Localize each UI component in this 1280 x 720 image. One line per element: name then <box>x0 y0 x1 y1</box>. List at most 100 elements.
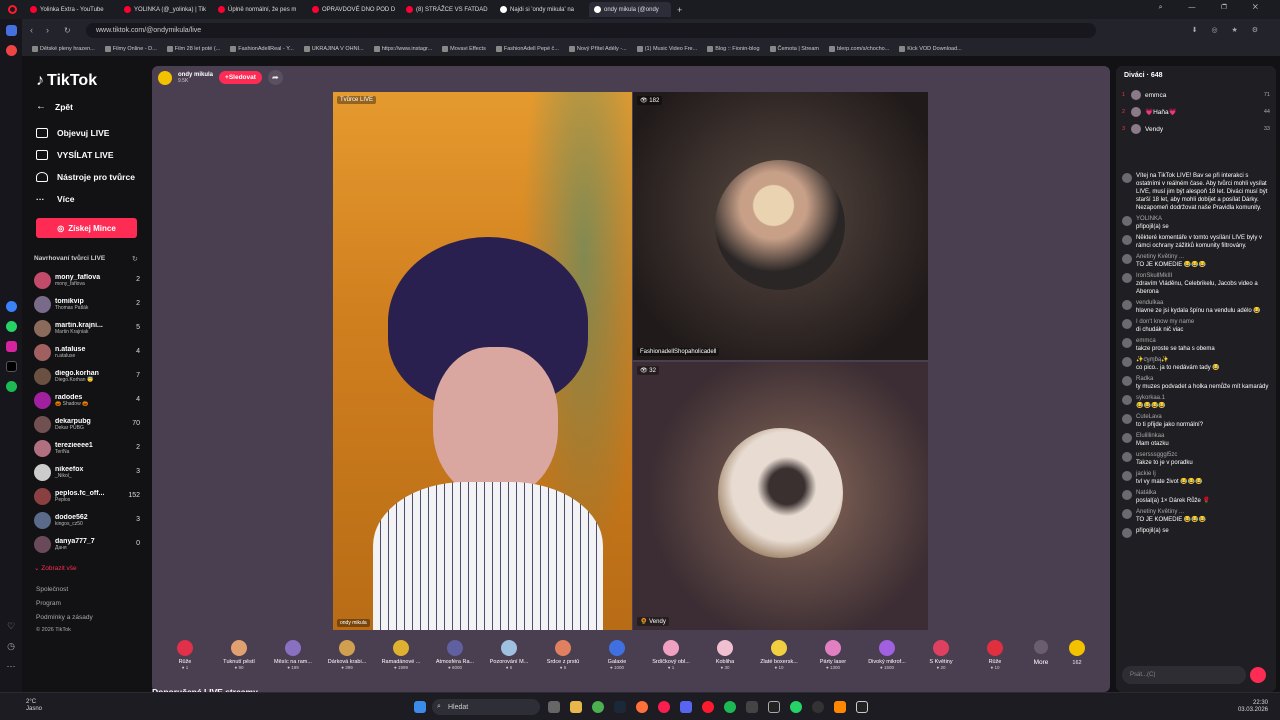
gift-item[interactable]: Pozorování M... ● 5 <box>482 634 536 670</box>
more-gifts-button[interactable]: More <box>1022 634 1060 666</box>
creator-item[interactable]: nikeefox _Nikol_ 3 <box>34 460 144 484</box>
chat-message[interactable]: Elulillinkaa Mam otazku <box>1122 432 1270 448</box>
instagram-icon[interactable] <box>5 341 17 352</box>
window-controls[interactable]: ⌕ — ❐ ✕ <box>1159 4 1270 12</box>
opera-gx-icon[interactable] <box>658 701 670 713</box>
nav-explore-live[interactable]: Objevuj LIVE <box>36 128 109 138</box>
home-icon[interactable] <box>5 25 17 36</box>
follow-button[interactable]: +Sledovat <box>219 71 262 84</box>
chat-message[interactable]: připojil(a) se <box>1122 527 1270 538</box>
chat-message[interactable]: Vítej na TikTok LIVE! Bav se při interak… <box>1122 172 1270 212</box>
task-view-icon[interactable] <box>548 701 560 713</box>
app-icon[interactable] <box>746 701 758 713</box>
gift-item[interactable]: Srdíčkový obl... ● 1 <box>644 634 698 670</box>
creator-item[interactable]: diego.korhan Diego.Korhan 😇 7 <box>34 364 144 388</box>
guest-video-2[interactable]: 👁 32 🌻 Vendy <box>633 362 928 630</box>
gift-item[interactable]: Růže ● 1 <box>158 634 212 670</box>
file-explorer-icon[interactable] <box>570 701 582 713</box>
footer-program[interactable]: Program <box>36 600 61 607</box>
creator-item[interactable]: dekarpubg Dekar PUBG 70 <box>34 412 144 436</box>
bookmark-item[interactable]: blerp.com/s/chocho... <box>829 45 889 52</box>
heart-icon[interactable]: ♡ <box>6 621 17 632</box>
chat-message[interactable]: ✨ƈყɱɓą✨ co pico.. ja to nedávám tady 😂 <box>1122 356 1270 372</box>
chat-message[interactable]: IronSkullMkIII zdravím Vláděnu, Celebrike… <box>1122 272 1270 296</box>
weather-widget[interactable]: 2°C Jasno <box>26 699 42 713</box>
nav-more[interactable]: ··· Více <box>36 194 75 204</box>
chat-message[interactable]: Natálka poslal(a) 1× Dárek Růže 🌹 <box>1122 489 1270 505</box>
creator-item[interactable]: terezieeee1 TeriNa 2 <box>34 436 144 460</box>
viewers-title[interactable]: Diváci · 648 <box>1124 72 1163 79</box>
bookmark-item[interactable]: Nový Přítel Adély -... <box>568 45 627 52</box>
gift-item[interactable]: Párty laser ● 1300 <box>806 634 860 670</box>
gift-item[interactable]: Atmosféra Ra... ● 6000 <box>428 634 482 670</box>
gift-item[interactable]: Divoký mikrof... ● 1500 <box>860 634 914 670</box>
top-viewer-row[interactable]: 1 emmca 71 <box>1122 88 1270 102</box>
back-button[interactable]: ← Zpět <box>36 101 73 112</box>
chat-message[interactable]: CuteLava to ti přijde jako normální? <box>1122 413 1270 429</box>
more-icon[interactable]: ⋯ <box>6 661 17 672</box>
forward-icon[interactable]: › <box>46 25 49 35</box>
start-icon[interactable] <box>414 701 426 713</box>
share-icon[interactable]: ➦ <box>267 70 283 85</box>
bookmark-item[interactable]: FashionAdellReal - Y... <box>230 45 294 52</box>
gift-item[interactable]: Ťuknutí pěstí ● 90 <box>212 634 266 670</box>
spotify-icon[interactable] <box>5 381 17 392</box>
steam-icon[interactable] <box>614 701 626 713</box>
chat-message[interactable]: I don't know my name di chudák nič viac <box>1122 318 1270 334</box>
bookmark-item[interactable]: Čemota | Stream <box>769 45 819 52</box>
refresh-icon[interactable]: ↻ <box>132 255 138 263</box>
creator-item[interactable]: mony_faflova mony_faflova 2 <box>34 268 144 292</box>
chat-message[interactable]: sykorkaa.1 😂😂😂😂 <box>1122 394 1270 410</box>
like-heart-button[interactable] <box>1250 667 1266 683</box>
capcut-icon[interactable] <box>768 701 780 713</box>
get-coins-button[interactable]: ◎ Získej Mince <box>36 218 137 238</box>
editor-icon[interactable] <box>856 701 868 713</box>
extensions-icon[interactable]: ⬇ ◎ ★ ⚙ <box>1192 26 1264 34</box>
top-viewer-row[interactable]: 2 💗Haňa💗 44 <box>1122 105 1270 119</box>
browser-tab[interactable]: Úplně normální, že pes m <box>213 2 305 17</box>
bookmark-item[interactable]: Film 28 let poté (... <box>166 45 220 52</box>
chat-message[interactable]: YOLINKA připojil(a) se <box>1122 215 1270 231</box>
aria-icon[interactable] <box>5 45 17 56</box>
chat-message[interactable]: jackie lj tvl vy mate život 😂😂😂 <box>1122 470 1270 486</box>
creator-item[interactable]: radodes 🎃 Shadow 🎃 4 <box>34 388 144 412</box>
whatsapp-taskbar-icon[interactable] <box>790 701 802 713</box>
browser-tab[interactable]: ondy mikula (@ondy <box>589 2 671 17</box>
back-icon[interactable]: ‹ <box>30 25 33 35</box>
whatsapp-icon[interactable] <box>5 321 17 332</box>
chat-message[interactable]: vendulkaa hlavne ze jsi kydala špínu na v… <box>1122 299 1270 315</box>
creator-item[interactable]: danya777_7 Даня 0 <box>34 532 144 556</box>
gift-item[interactable]: Měsíc na ram... ● 199 <box>266 634 320 670</box>
browser-tab[interactable]: OPRAVDOVÉ DNO POD D <box>307 2 399 17</box>
bookmark-item[interactable]: (1) Music Video Fre... <box>636 45 697 52</box>
gift-item[interactable]: Růže ● 10 <box>968 634 1022 670</box>
bookmark-item[interactable]: Blog :: Fionin-blog <box>707 45 760 52</box>
chat-message[interactable]: Anetiny Květiny ... TO JE KOMEDIE 😂😂😂 <box>1122 253 1270 269</box>
bookmark-item[interactable]: Dětské pleny hrazen... <box>32 45 95 52</box>
host-video[interactable]: Tvůrce LIVE ondy mikula <box>333 92 632 630</box>
gift-item[interactable]: Zlaté boxersk... ● 10 <box>752 634 806 670</box>
bookmark-item[interactable]: Movavi Effects <box>442 45 486 52</box>
browser-tab[interactable]: (8) STRÁŽCE VS FATDAD <box>401 2 493 17</box>
gift-item[interactable]: Srdce z prstů ● 5 <box>536 634 590 670</box>
chat-message[interactable]: Radka ty muzes podvadet a holka nemůže mí… <box>1122 375 1270 391</box>
host-name[interactable]: ondy mikula <box>178 72 213 78</box>
bookmark-item[interactable]: FashionAdell Pepé č... <box>495 45 559 52</box>
guest-video-1[interactable]: 👁 182 FashionadellShopaholicadell <box>633 92 928 360</box>
new-tab-button[interactable]: + <box>677 5 682 15</box>
gift-item[interactable]: S Květiny ● 20 <box>914 634 968 670</box>
browser-tab[interactable]: Najdi si 'ondy mikula' na <box>495 2 587 17</box>
creator-item[interactable]: martin.krajni... Martin Krajniak 5 <box>34 316 144 340</box>
nav-go-live[interactable]: VYSÍLAT LIVE <box>36 150 114 160</box>
messenger-icon[interactable] <box>5 301 17 312</box>
chat-message[interactable]: emmca takze proste se taha s obema <box>1122 337 1270 353</box>
bookmark-item[interactable]: UKRAJINA V OHNI... <box>303 45 364 52</box>
top-viewer-row[interactable]: 3 Vendy 33 <box>1122 122 1270 136</box>
firefox-icon[interactable] <box>636 701 648 713</box>
coin-balance[interactable]: 162 <box>1062 640 1092 666</box>
taskbar-search[interactable]: ⌕ Hledat <box>432 699 540 715</box>
history-icon[interactable]: ◷ <box>6 641 17 652</box>
creator-item[interactable]: dodoe562 kingos_cz50 3 <box>34 508 144 532</box>
creator-item[interactable]: tomikvip Thomas Patlák 2 <box>34 292 144 316</box>
opera-logo-icon[interactable] <box>8 5 17 14</box>
